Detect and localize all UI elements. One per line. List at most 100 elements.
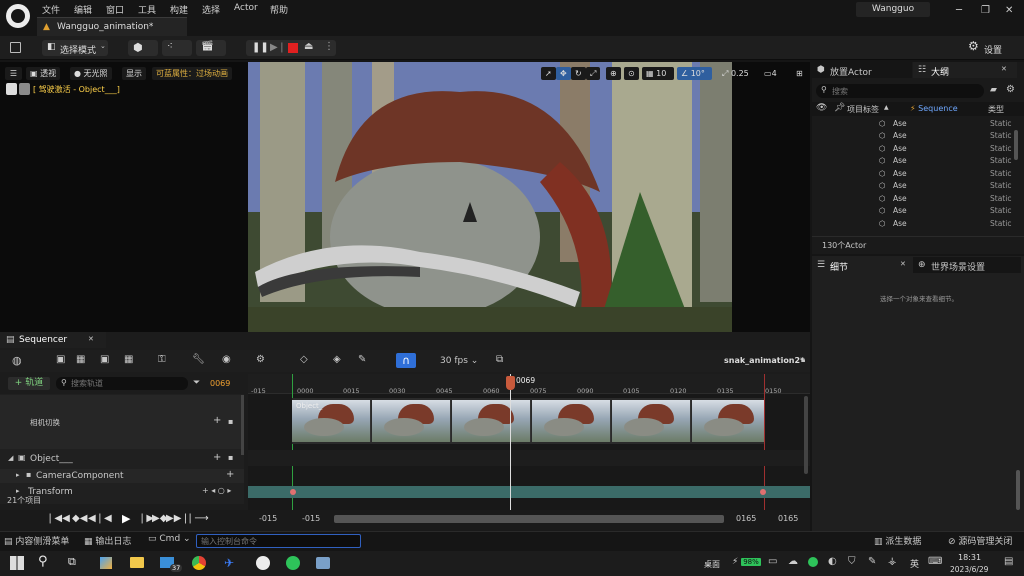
select-tool-icon[interactable]: ➚ [541, 67, 556, 80]
track-list-scrollbar[interactable] [241, 395, 244, 455]
keyframe[interactable] [760, 489, 766, 495]
outliner-scrollbar[interactable] [1014, 130, 1018, 160]
shield-icon[interactable]: ⛉ [848, 556, 856, 567]
rotate-tool-icon[interactable]: ↻ [571, 67, 586, 80]
content-drawer-button[interactable]: ▤ 内容侧滑菜单 [4, 534, 69, 548]
grid-snap-button[interactable]: ▦ 10 [642, 67, 674, 80]
wechat-tray-icon[interactable] [808, 557, 818, 567]
camera-speed-button[interactable]: ▭4 [760, 67, 786, 80]
angle-snap-button[interactable]: ∠ 10° [677, 67, 712, 80]
list-item[interactable]: ⬡ Ase Static [812, 155, 1012, 168]
playhead[interactable] [510, 374, 511, 510]
menu-window[interactable]: 窗口 [106, 3, 124, 16]
outliner-search[interactable]: ⚲ [816, 84, 984, 98]
derived-data-button[interactable]: ▥ 派生数据 [874, 534, 921, 547]
menu-actor[interactable]: Actor [234, 3, 258, 13]
search-input[interactable] [832, 85, 972, 97]
world-icon[interactable]: ◍ [12, 354, 22, 367]
menu-help[interactable]: 帮助 [270, 3, 288, 16]
menu-tools[interactable]: 工具 [138, 3, 156, 16]
more-icon[interactable]: ⋮ [324, 41, 334, 52]
minimize-icon[interactable]: ─ [956, 5, 962, 16]
eye-icon[interactable]: ◉ [222, 354, 231, 365]
perspective-button[interactable]: ▣ 透视 [26, 67, 61, 80]
pause-icon[interactable]: ❚❚ [252, 42, 269, 53]
play-icon[interactable]: ▶ [122, 512, 130, 525]
menu-file[interactable]: 文件 [42, 3, 60, 16]
key-diamond-icon[interactable]: ◇ [300, 354, 308, 365]
add-icon[interactable]: + [213, 452, 221, 463]
cmd-selector[interactable]: ▭ Cmd ⌄ [148, 534, 191, 548]
col-sequence-header[interactable]: ⚡ Sequence [910, 104, 958, 113]
tab-sequencer[interactable]: ▤ Sequencer ✕ [0, 332, 106, 348]
playhead-handle[interactable] [506, 376, 515, 390]
visibility-button[interactable]: 可蓝属性：过场动画 [152, 67, 232, 80]
track-camera-component[interactable]: ▸ ▪ CameraComponent + [0, 469, 244, 483]
output-log-button[interactable]: ▦ 输出日志 [84, 534, 131, 548]
save-icon[interactable]: ▣ [56, 354, 65, 365]
layout-icon[interactable]: ⊞ [792, 67, 807, 80]
list-item[interactable]: ⬡ Ase Static [812, 130, 1012, 143]
store-icon[interactable] [100, 557, 112, 569]
file-explorer-icon[interactable] [130, 557, 144, 568]
col-type-header[interactable]: 类型 [988, 104, 1004, 115]
loop-icon[interactable]: ❘⟶ [186, 513, 209, 524]
add-icon[interactable]: + [226, 469, 234, 480]
range-end-a[interactable]: 0165 [736, 514, 756, 523]
user-button[interactable]: Wangguo [856, 2, 930, 17]
scale-snap-button[interactable]: ⤢ 0.25 [718, 67, 756, 80]
outliner-settings-icon[interactable]: ⚙ [1006, 84, 1015, 95]
col-label-header[interactable]: 项目标签 [847, 104, 879, 115]
render-icon[interactable]: ▣ [100, 354, 109, 365]
clock-date[interactable]: 2023/6/29 [950, 565, 988, 574]
filter-icon[interactable]: ⏷ [193, 378, 200, 388]
cloud-icon[interactable]: ☁ [788, 556, 798, 567]
keyboard-icon[interactable]: ⌨ [928, 556, 942, 567]
clock-time[interactable]: 18:31 [958, 553, 981, 562]
settings-button[interactable]: ⚙ 设置 [968, 39, 1018, 56]
maximize-icon[interactable]: ❐ [981, 5, 990, 16]
tab-details[interactable]: ☰ 细节 ✕ [812, 257, 912, 273]
pilot-camera-icon[interactable] [6, 83, 17, 95]
stop-icon[interactable] [288, 43, 298, 53]
show-button[interactable]: 显示 [122, 67, 146, 80]
close-icon[interactable]: ✕ [1001, 65, 1007, 73]
move-tool-icon[interactable]: ✥ [556, 67, 571, 80]
close-icon[interactable]: ✕ [1005, 5, 1013, 16]
tray-icon-2[interactable]: ◐ [828, 556, 837, 567]
unreal-taskbar-icon-2[interactable] [286, 556, 300, 570]
range-end-b[interactable]: 0165 [778, 514, 798, 523]
range-start-a[interactable]: -015 [259, 514, 277, 523]
chrome-icon[interactable] [192, 556, 206, 570]
save-icon[interactable] [10, 42, 21, 53]
lighting-button[interactable]: ● 无光照 [70, 67, 112, 80]
timeline-hscrollbar[interactable] [334, 515, 724, 523]
feishu-icon[interactable]: ✈ [224, 556, 234, 570]
keyframe[interactable] [290, 489, 296, 495]
tray-icon-1[interactable]: ▭ [768, 556, 777, 567]
track-search-input[interactable] [71, 377, 181, 389]
list-item[interactable]: ⬡ Ase Static [812, 205, 1012, 218]
clapper-icon[interactable]: ▦ [124, 354, 133, 365]
jump-start-icon[interactable]: ❘◀◀ [46, 513, 70, 524]
console-input[interactable] [196, 534, 361, 548]
wrench-icon[interactable]: 🔧︎ [192, 354, 205, 365]
folder-add-icon[interactable]: ▰ [990, 85, 997, 95]
list-item[interactable]: ⬡ Ase Static [812, 143, 1012, 156]
viewport-menu-button[interactable]: ☰ [5, 67, 22, 80]
step-icon[interactable]: ▶❘ [270, 42, 286, 53]
scale-tool-icon[interactable]: ⤢ [586, 67, 601, 80]
blueprint-button[interactable]: ⁖ [162, 40, 192, 56]
cinematics-button[interactable]: 🎬︎ [196, 40, 226, 56]
transform-section[interactable] [248, 486, 810, 498]
close-icon[interactable]: ✕ [88, 335, 94, 343]
add-key-icon[interactable]: + [213, 415, 221, 426]
current-frame[interactable]: 0069 [210, 379, 230, 388]
menu-edit[interactable]: 编辑 [74, 3, 92, 16]
list-item[interactable]: ⬡ Ase Static [812, 180, 1012, 193]
track-object[interactable]: ◢ ▣ Object___ + ▪ [0, 452, 244, 466]
app-icon[interactable] [316, 557, 330, 569]
battery-indicator[interactable]: ⚡ 98% [732, 557, 761, 569]
add-track-button[interactable]: + 轨道 [8, 377, 50, 390]
surface-snap-icon[interactable]: ⊙ [624, 67, 639, 80]
